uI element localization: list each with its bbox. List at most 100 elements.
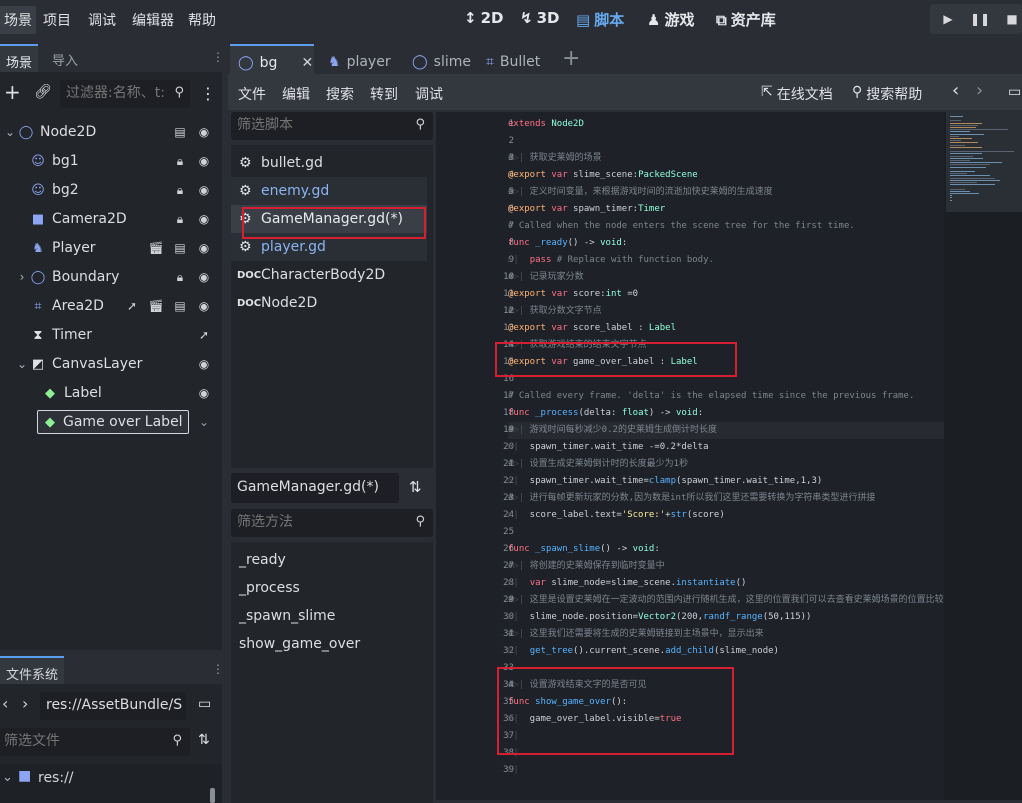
script-menu-file[interactable]: 文件 (238, 84, 266, 104)
visibility-eye-icon[interactable]: ◉ (196, 153, 212, 169)
distraction-free-icon[interactable]: ▭ (1008, 84, 1021, 100)
menu-help[interactable]: 帮助 (188, 10, 216, 30)
code-line[interactable]: 31 #▷| 这里我们还需要将生成的史莱姆链接到主场景中，显示出来 (436, 626, 1022, 643)
tree-row-player[interactable]: ♞ Player 🎬︎ ▤ ◉ (0, 234, 222, 262)
mode-2d-button[interactable]: ↕ 2D (464, 9, 503, 27)
chevron-down-icon[interactable]: ⌄ (2, 770, 13, 785)
method-filter-input[interactable] (237, 514, 397, 530)
method-filter-field[interactable]: ⚲ (231, 509, 433, 537)
tab-bg[interactable]: ◯ bg ✕ (230, 44, 314, 74)
add-node-icon[interactable]: + (4, 82, 21, 102)
lock-icon[interactable]: 🔒︎ (172, 211, 188, 227)
code-line[interactable]: 12 #▷| 获取分数文字节点 (436, 303, 1022, 320)
code-line[interactable]: 4 @export var slime_scene:PackedScene (436, 167, 1022, 184)
code-editor[interactable]: 1 extends Node2D 2 3 #▷| 获取史莱姆的场景 4 @export va… (436, 112, 1022, 800)
code-line[interactable]: 1 extends Node2D (436, 116, 1022, 133)
stop-icon[interactable]: ■ (1000, 8, 1022, 30)
script-filter-field[interactable]: ⚲ (231, 112, 433, 140)
lock-icon[interactable]: 🔒︎ (172, 269, 188, 285)
list-item-selected[interactable]: ⚙ GameManager.gd(*) (231, 205, 427, 233)
tree-row-bg1[interactable]: ☺ bg1 🔒︎ ◉ (0, 147, 222, 175)
tab-slime[interactable]: ◯ slime (404, 44, 479, 74)
tree-row-boundary[interactable]: › ◯ Boundary 🔒︎ ◉ (0, 263, 222, 291)
back-icon[interactable]: ‹ (2, 694, 8, 713)
code-line[interactable]: 7 # Called when the node enters the scene… (436, 218, 1022, 235)
split-view-icon[interactable]: ▭ (198, 696, 211, 712)
code-line[interactable]: 26 func _spawn_slime() -> void: (436, 541, 1022, 558)
history-forward-icon[interactable]: › (976, 80, 983, 101)
chevron-down-icon[interactable]: ⌄ (196, 414, 212, 430)
signal-icon[interactable]: ➚ (196, 327, 212, 343)
chevron-down-icon[interactable]: ⌄ (14, 356, 30, 372)
code-line[interactable]: 6 @export var spawn_timer:Timer (436, 201, 1022, 218)
code-line[interactable]: 18 func _process(delta: float) -> void: (436, 405, 1022, 422)
sort-icon[interactable]: ⇅ (198, 732, 210, 748)
code-line[interactable]: 17 # Called every frame. 'delta' is the e… (436, 388, 1022, 405)
signal-icon[interactable]: ➚ (124, 298, 140, 314)
mode-game-button[interactable]: ♟ 游戏 (647, 9, 694, 30)
tree-row-node2d[interactable]: ⌄ ◯ Node2D ▤ ◉ (0, 118, 222, 146)
chevron-right-icon[interactable]: › (14, 269, 30, 285)
method-item-process[interactable]: _process (239, 580, 300, 596)
menu-editor[interactable]: 编辑器 (132, 10, 174, 30)
code-line[interactable]: 35 func show_game_over(): (436, 694, 1022, 711)
lock-icon[interactable]: 🔒︎ (172, 153, 188, 169)
method-item-show-game-over[interactable]: show_game_over (239, 636, 360, 652)
tree-row-game-over-label[interactable]: ◆ Game over Label ⌄ (0, 408, 222, 436)
tree-menu-icon[interactable]: ⋮ (200, 84, 216, 103)
history-back-icon[interactable]: ‹ (952, 80, 959, 101)
lock-icon[interactable]: 🔒︎ (172, 182, 188, 198)
node-filter-field[interactable]: ⚲ (60, 80, 190, 108)
code-line[interactable]: 36 ▷| game_over_label.visible=true (436, 711, 1022, 728)
sort-icon[interactable]: ⇅ (409, 478, 422, 496)
fs-filter-input[interactable] (4, 733, 154, 749)
script-menu-goto[interactable]: 转到 (370, 84, 398, 104)
code-line[interactable]: 21 #▷| 设置生成史莱姆倒计时的长度最少为1秒 (436, 456, 1022, 473)
tab-import[interactable]: 导入 (46, 44, 84, 72)
code-line[interactable]: 39 ▷| (436, 762, 1022, 779)
tree-row-timer[interactable]: ⧗ Timer ➚ (0, 321, 222, 349)
script-menu-debug[interactable]: 调试 (415, 84, 443, 104)
list-item[interactable]: ⚙ player.gd (231, 233, 427, 261)
dock-menu-icon[interactable]: ⋮ (212, 662, 224, 676)
list-item[interactable]: DOC CharacterBody2D (231, 261, 427, 289)
list-item[interactable]: DOC Node2D (231, 289, 427, 317)
play-icon[interactable]: ▶ (936, 8, 960, 30)
visibility-eye-icon[interactable]: ◉ (196, 356, 212, 372)
code-line[interactable]: 3 #▷| 获取史莱姆的场景 (436, 150, 1022, 167)
code-line[interactable]: 29 #▷| 这里是设置史莱姆在一定波动的范围内进行随机生成，这里的位置我们可以去… (436, 592, 1022, 609)
code-line[interactable]: 19 #▷| 游戏时间每秒减少0.2的史莱姆生成倒计时长度 (436, 422, 1022, 439)
menu-scene[interactable]: 场景 (0, 6, 36, 34)
visibility-eye-icon[interactable]: ◉ (196, 211, 212, 227)
mode-assetlib-button[interactable]: ⧉ 资产库 (716, 9, 776, 30)
dock-menu-icon[interactable]: ⋮ (212, 50, 224, 64)
clapperboard-icon[interactable]: 🎬︎ (148, 298, 164, 314)
code-line[interactable]: 22 ▷| spawn_timer.wait_time=clamp(spawn_t… (436, 473, 1022, 490)
script-menu-edit[interactable]: 编辑 (282, 84, 310, 104)
online-docs-button[interactable]: ⇱ 在线文档 (761, 84, 833, 104)
code-line[interactable]: 14 #▷| 获取游戏结束的结束文字节点 (436, 337, 1022, 354)
tab-scene[interactable]: 场景 (0, 44, 39, 72)
clapperboard-icon[interactable]: 🎬︎ (148, 240, 164, 256)
script-icon[interactable]: ▤ (172, 298, 188, 314)
code-line[interactable]: 15 @export var game_over_label : Label (436, 354, 1022, 371)
script-icon[interactable]: ▤ (172, 124, 188, 140)
code-line[interactable]: 13 @export var score_label : Label (436, 320, 1022, 337)
code-line[interactable]: 34 #▷| 设置游戏结束文字的是否可见 (436, 677, 1022, 694)
visibility-eye-icon[interactable]: ◉ (196, 269, 212, 285)
visibility-eye-icon[interactable]: ◉ (196, 240, 212, 256)
tab-player[interactable]: ♞ player (320, 44, 399, 74)
add-tab-icon[interactable]: + (562, 46, 580, 71)
chevron-down-icon[interactable]: ⌄ (2, 124, 18, 140)
tree-row-area2d[interactable]: ⌗ Area2D ➚ 🎬︎ ▤ ◉ (0, 292, 222, 320)
code-line[interactable]: 23 #▷| 进行每帧更新玩家的分数,因为数是int所以我们这里还需要转换为字符串… (436, 490, 1022, 507)
visibility-eye-icon[interactable]: ◉ (196, 124, 212, 140)
minimap[interactable] (944, 112, 1022, 800)
fs-filter-field[interactable]: ⚲ (0, 728, 190, 756)
code-line[interactable]: 37 ▷| (436, 728, 1022, 745)
tree-row-label[interactable]: ◆ Label ◉ (0, 379, 222, 407)
tree-row-canvaslayer[interactable]: ⌄ ◩ CanvasLayer ◉ (0, 350, 222, 378)
script-icon[interactable]: ▤ (172, 240, 188, 256)
code-line[interactable]: 10 #▷| 记录玩家分数 (436, 269, 1022, 286)
code-line[interactable]: 2 (436, 133, 1022, 150)
